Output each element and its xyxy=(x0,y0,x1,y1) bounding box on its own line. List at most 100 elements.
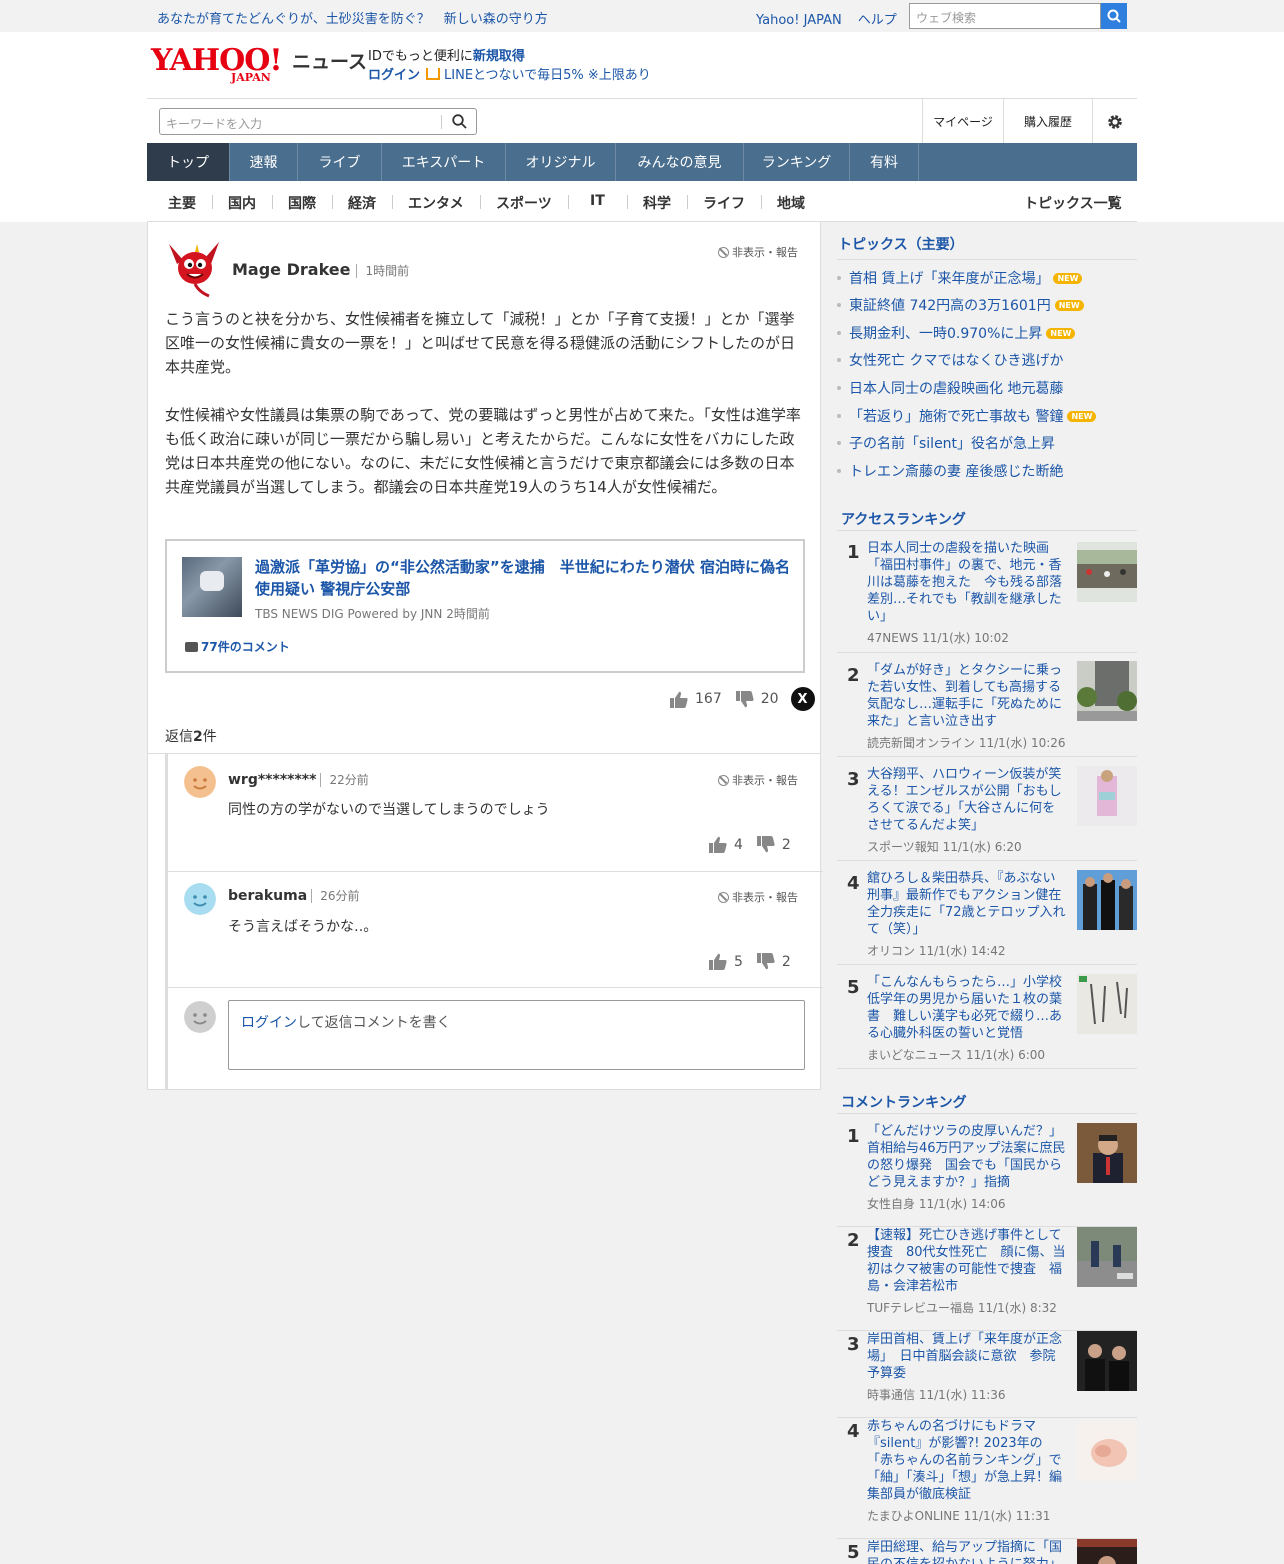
rank-title[interactable]: 「こんなんもらったら…」小学校低学年の男児から届いた１枚の葉書 難しい漢字も必死… xyxy=(867,974,1067,1042)
reply-input[interactable]: ログインして返信コメントを書く xyxy=(228,1000,805,1070)
nav-paid[interactable]: 有料 xyxy=(850,143,919,181)
rank-title[interactable]: 赤ちゃんの名づけにもドラマ『silent』が影響?! 2023年の「赤ちゃんの名… xyxy=(867,1418,1067,1503)
share-x-button[interactable]: X xyxy=(790,687,815,711)
rank-title[interactable]: 舘ひろし＆柴田恭兵、『あぶない刑事』最新作でもアクション健在 全力疾走に「72歳… xyxy=(867,870,1074,938)
ranking-item[interactable]: 3 大谷翔平、ハロウィーン仮装が笑える！エンゼルスが公開「おもしろくて涙でる」「… xyxy=(837,757,1137,861)
promo-link-2[interactable]: 新しい森の守り方 xyxy=(444,12,548,27)
user-buttons: マイページ 購入履歴 xyxy=(922,99,1137,144)
hide-report-link[interactable]: 非表示・報告 xyxy=(718,244,798,260)
reply-item: berakuma 26分前 非表示・報告 そう言えばそうかな‥。 5 2 xyxy=(165,871,823,988)
topic-text: 子の名前「silent」役名が急上昇 xyxy=(849,436,1056,452)
topics-heading[interactable]: トピックス（主要） xyxy=(838,234,1137,254)
search-icon[interactable] xyxy=(452,114,467,129)
category-region[interactable]: 地域 xyxy=(777,193,805,213)
promo-link-1[interactable]: あなたが育てたどんぐりが、土砂災害を防ぐ？ xyxy=(157,12,430,27)
like-button[interactable]: 167 xyxy=(670,691,722,708)
hide-report-label: 非表示・報告 xyxy=(732,774,798,787)
ranking-item[interactable]: 4 赤ちゃんの名づけにもドラマ『silent』が影響?! 2023年の「赤ちゃん… xyxy=(837,1418,1137,1539)
topic-item[interactable]: トレエン斎藤の妻 産後感じた断絶 xyxy=(836,461,1063,481)
divider xyxy=(212,195,213,209)
nav-breaking[interactable]: 速報 xyxy=(230,143,298,181)
category-domestic[interactable]: 国内 xyxy=(228,193,256,213)
login-link[interactable]: ログイン xyxy=(368,68,420,83)
category-life[interactable]: ライフ xyxy=(703,193,745,213)
mypage-button[interactable]: マイページ xyxy=(922,99,1003,144)
thumbs-up-icon xyxy=(709,836,727,853)
nav-expert[interactable]: エキスパート xyxy=(382,143,506,181)
dislike-button[interactable]: 2 xyxy=(756,836,791,853)
topics-list-link[interactable]: トピックス一覧 xyxy=(1024,193,1122,213)
hide-icon xyxy=(718,247,729,258)
rank-title[interactable]: 「ダムが好き」とタクシーに乗った若い女性、到着しても高揚する気配なし…運転手に「… xyxy=(867,662,1067,730)
category-entertainment[interactable]: エンタメ xyxy=(408,193,464,213)
help-link[interactable]: ヘルプ xyxy=(858,13,897,28)
topic-text: 「若返り」施術で死亡事故も 警鐘 xyxy=(849,409,1064,425)
article-title[interactable]: 過激派「革労協」の“非公然活動家”を逮捕 半世紀にわたり潜伏 宿泊時に偽名使用疑… xyxy=(255,556,795,600)
topic-item[interactable]: 首相 賃上げ「来年度が正念場」 NEW xyxy=(836,268,1083,288)
rank-title[interactable]: 岸田首相、賃上げ「来年度が正念場」 日中首脳会談に意欲 参院予算委 xyxy=(867,1331,1067,1382)
category-main[interactable]: 主要 xyxy=(168,193,196,213)
ranking-item[interactable]: 5 「こんなんもらったら…」小学校低学年の男児から届いた１枚の葉書 難しい漢字も… xyxy=(837,965,1137,1069)
topic-item[interactable]: 日本人同士の虐殺映画化 地元葛藤 xyxy=(836,378,1063,398)
topic-item[interactable]: 東証終値 742円高の3万1601円 NEW xyxy=(837,295,1084,315)
dislike-count: 2 xyxy=(781,953,791,970)
line-promo-link[interactable]: LINEとつないで毎日5% ※上限あり xyxy=(444,68,651,83)
comment-author[interactable]: Mage Drakee 1時間前 xyxy=(232,260,410,279)
article-comments-link[interactable]: 77件のコメント xyxy=(185,638,290,655)
reply-login-link[interactable]: ログイン xyxy=(241,1015,297,1031)
nav-opinions[interactable]: みんなの意見 xyxy=(616,143,744,181)
nav-live[interactable]: ライブ xyxy=(298,143,382,181)
settings-button[interactable] xyxy=(1092,99,1137,144)
ranking-item[interactable]: 1 日本人同士の虐殺を描いた映画「福田村事件」の裏で、地元・香川は葛藤を抱えた … xyxy=(837,540,1137,653)
comment-ranking-heading[interactable]: コメントランキング xyxy=(841,1092,1137,1112)
web-search-button[interactable] xyxy=(1101,3,1127,29)
like-button[interactable]: 4 xyxy=(709,836,743,853)
rank-title[interactable]: 【速報】死亡ひき逃げ事件として捜査 80代女性死亡 顔に傷、当初はクマ被害の可能… xyxy=(867,1227,1067,1295)
category-sports[interactable]: スポーツ xyxy=(496,193,552,213)
dislike-button[interactable]: 20 xyxy=(735,690,779,708)
yahoo-news-logo[interactable]: YAHOO! JAPAN ニュース xyxy=(151,45,367,85)
ranking-item[interactable]: 2 【速報】死亡ひき逃げ事件として捜査 80代女性死亡 顔に傷、当初はクマ被害の… xyxy=(837,1227,1137,1331)
reply-count[interactable]: 返信2件 xyxy=(165,726,217,746)
ranking-thumbnail xyxy=(1077,870,1137,930)
category-science[interactable]: 科学 xyxy=(643,193,671,213)
yahoo-japan-link[interactable]: Yahoo! JAPAN xyxy=(756,13,842,28)
rank-title[interactable]: 日本人同士の虐殺を描いた映画「福田村事件」の裏で、地元・香川は葛藤を抱えた 今も… xyxy=(867,540,1067,625)
keyword-search-input[interactable]: キーワードを入力 xyxy=(159,108,477,135)
signup-link[interactable]: 新規取得 xyxy=(473,49,525,64)
web-search-input[interactable]: ウェブ検索 xyxy=(909,3,1101,29)
ranking-item[interactable]: 2 「ダムが好き」とタクシーに乗った若い女性、到着しても高揚する気配なし…運転手… xyxy=(837,653,1137,757)
topic-item[interactable]: 女性死亡 クマではなくひき逃げか xyxy=(836,350,1063,370)
ranking-item[interactable]: 5 岸田総理、給与アップ指摘に「国民の不信を招かないように努力」 xyxy=(837,1539,1137,1564)
linked-article-card[interactable]: 過激派「革労協」の“非公然活動家”を逮捕 半世紀にわたり潜伏 宿泊時に偽名使用疑… xyxy=(165,539,805,673)
rank-title[interactable]: 岸田総理、給与アップ指摘に「国民の不信を招かないように努力」 xyxy=(867,1539,1067,1564)
ranking-item[interactable]: 3 岸田首相、賃上げ「来年度が正念場」 日中首脳会談に意欲 参院予算委 時事通信… xyxy=(837,1331,1137,1418)
reply-author[interactable]: berakuma 26分前 xyxy=(228,887,360,904)
like-button[interactable]: 5 xyxy=(709,953,743,970)
ranking-item[interactable]: 4 舘ひろし＆柴田恭兵、『あぶない刑事』最新作でもアクション健在 全力疾走に「7… xyxy=(837,861,1137,965)
ranking-item[interactable]: 1 「どんだけツラの皮厚いんだ？」首相給与46万円アップ法案に庶民の怒り爆発 国… xyxy=(837,1123,1137,1227)
user-avatar xyxy=(184,766,216,798)
access-ranking-heading[interactable]: アクセスランキング xyxy=(841,509,1137,529)
rank-number: 2 xyxy=(847,665,860,686)
rank-title[interactable]: 大谷翔平、ハロウィーン仮装が笑える！エンゼルスが公開「おもしろくて涙でる」「大谷… xyxy=(867,766,1067,834)
rank-title[interactable]: 「どんだけツラの皮厚いんだ？」首相給与46万円アップ法案に庶民の怒り爆発 国会で… xyxy=(867,1123,1067,1191)
divider xyxy=(687,195,688,209)
reply-author[interactable]: wrg******** 22分前 xyxy=(228,771,369,788)
reply-author-name: wrg******** xyxy=(228,772,317,788)
hide-report-link[interactable]: 非表示・報告 xyxy=(718,772,798,788)
nav-original[interactable]: オリジナル xyxy=(506,143,616,181)
nav-top[interactable]: トップ xyxy=(147,143,230,181)
dislike-button[interactable]: 2 xyxy=(756,953,791,970)
topic-item[interactable]: 子の名前「silent」役名が急上昇 xyxy=(836,433,1056,453)
topic-item[interactable]: 「若返り」施術で死亡事故も 警鐘 NEW xyxy=(836,406,1097,426)
nav-ranking[interactable]: ランキング xyxy=(744,143,850,181)
reply-author-name: berakuma xyxy=(228,888,308,904)
purchase-history-button[interactable]: 購入履歴 xyxy=(1003,99,1092,144)
hide-report-link[interactable]: 非表示・報告 xyxy=(718,889,798,905)
category-economy[interactable]: 経済 xyxy=(348,193,376,213)
category-it[interactable]: IT xyxy=(590,193,605,209)
topic-item[interactable]: 長期金利、一時0.970%に上昇 NEW xyxy=(836,323,1076,343)
category-world[interactable]: 国際 xyxy=(288,193,316,213)
reply-input-placeholder: して返信コメントを書く xyxy=(297,1015,451,1031)
